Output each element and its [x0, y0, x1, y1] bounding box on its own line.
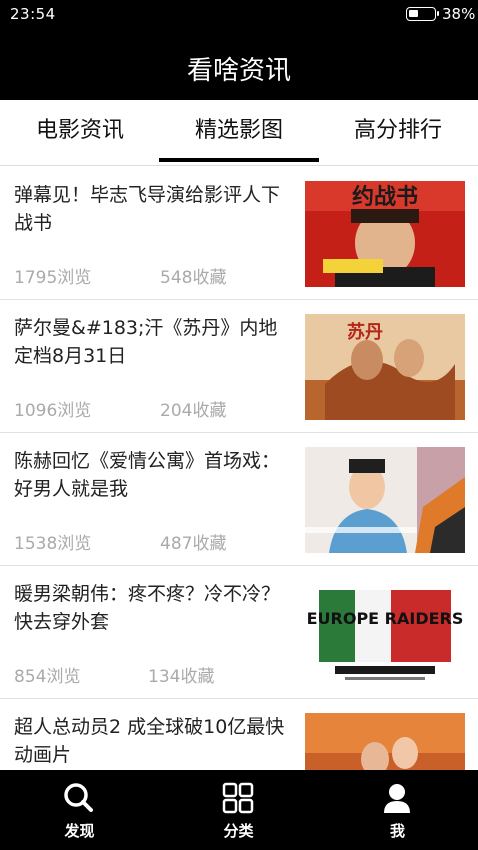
app-header: 看啥资讯: [0, 28, 478, 100]
list-item[interactable]: 萨尔曼&#183;汗《苏丹》内地定档8月31日 1096浏览 204收藏 苏丹: [0, 300, 478, 433]
article-title: 萨尔曼&#183;汗《苏丹》内地定档8月31日: [14, 317, 278, 367]
grid-icon: [222, 782, 254, 814]
article-title: 陈赫回忆《爱情公寓》首场戏：好男人就是我: [14, 450, 281, 500]
article-views: 1795浏览: [14, 268, 92, 288]
poster-thumbnail: EUROPE RAIDERS: [305, 580, 465, 686]
tab-movie-news[interactable]: 电影资讯: [0, 100, 160, 166]
photo-thumbnail: [305, 713, 465, 770]
status-time: 23:54: [10, 5, 56, 23]
nav-label: 发现: [64, 822, 95, 840]
status-bar: 23:54 38%: [0, 0, 478, 28]
battery-icon: [406, 7, 439, 21]
poster-text: 约战书: [352, 184, 418, 210]
list-item[interactable]: 暖男梁朝伟：疼不疼？冷不冷？快去穿外套 854浏览 134收藏 EUROPE R…: [0, 566, 478, 699]
top-tabs: 电影资讯 精选影图 高分排行: [0, 100, 478, 166]
article-favorites: 487收藏: [160, 534, 227, 554]
list-item[interactable]: 陈赫回忆《爱情公寓》首场戏：好男人就是我 1538浏览 487收藏: [0, 433, 478, 566]
battery-percent: 38%: [442, 5, 476, 23]
poster-thumbnail: 苏丹: [305, 314, 465, 420]
article-views: 1096浏览: [14, 401, 92, 421]
article-favorites: 548收藏: [160, 268, 227, 288]
article-title: 暖男梁朝伟：疼不疼？冷不冷？快去穿外套: [14, 583, 281, 633]
poster-text: EUROPE RAIDERS: [307, 609, 464, 628]
article-views: 1538浏览: [14, 534, 92, 554]
nav-label: 分类: [223, 822, 254, 840]
article-title: 弹幕见！毕志飞导演给影评人下战书: [14, 184, 281, 234]
poster-text: 苏丹: [347, 321, 383, 343]
bottom-nav: 发现 分类 我: [0, 770, 478, 850]
list-item[interactable]: 弹幕见！毕志飞导演给影评人下战书 1795浏览 548收藏 约战书: [0, 167, 478, 300]
photo-thumbnail: [305, 447, 465, 553]
nav-categories[interactable]: 分类: [159, 770, 318, 850]
nav-discover[interactable]: 发现: [0, 770, 159, 850]
list-item[interactable]: 超人总动员2 成全球破10亿最快动画片: [0, 699, 478, 770]
article-favorites: 134收藏: [148, 667, 215, 687]
article-title: 超人总动员2 成全球破10亿最快动画片: [14, 716, 285, 766]
person-icon: [384, 784, 410, 813]
search-icon: [64, 783, 93, 812]
nav-me[interactable]: 我: [318, 770, 477, 850]
tab-top-rated[interactable]: 高分排行: [318, 100, 478, 166]
tab-featured-stills[interactable]: 精选影图: [159, 100, 319, 166]
page-title: 看啥资讯: [186, 56, 291, 86]
article-list: 弹幕见！毕志飞导演给影评人下战书 1795浏览 548收藏 约战书 萨尔曼&#1…: [0, 167, 478, 770]
article-favorites: 204收藏: [160, 401, 227, 421]
tab-indicator: [159, 158, 319, 162]
article-views: 854浏览: [14, 667, 81, 687]
poster-thumbnail: 约战书: [305, 181, 465, 287]
nav-label: 我: [389, 822, 405, 840]
